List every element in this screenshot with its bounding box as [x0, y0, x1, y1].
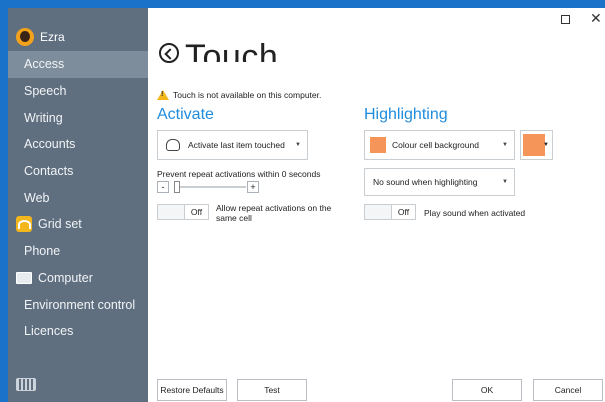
- sidebar: Ezra Access Speech Writing Accounts Cont…: [8, 8, 148, 402]
- highlight-style-dropdown[interactable]: Colour cell background ▼: [364, 130, 515, 160]
- increase-button[interactable]: +: [247, 181, 259, 193]
- play-sound-toggle[interactable]: Off: [364, 204, 416, 220]
- chevron-down-icon: ▼: [502, 179, 508, 185]
- highlighting-heading: Highlighting: [364, 106, 448, 123]
- sidebar-item-environment-control[interactable]: Environment control: [8, 291, 148, 318]
- computer-icon: [16, 270, 32, 286]
- sidebar-item-web[interactable]: Web: [8, 184, 148, 211]
- allow-repeat-label: Allow repeat activations on the same cel…: [216, 203, 332, 223]
- sidebar-item-label: Accounts: [24, 137, 76, 152]
- user-profile[interactable]: Ezra: [8, 25, 148, 49]
- page-title-container: Touch: [185, 38, 278, 62]
- highlight-style-value: Colour cell background: [392, 140, 479, 150]
- colour-swatch-large: [523, 134, 545, 156]
- activate-mode-value: Activate last item touched: [188, 140, 285, 150]
- test-button[interactable]: Test: [237, 379, 307, 401]
- play-sound-label: Play sound when activated: [424, 208, 526, 218]
- slider-thumb[interactable]: [174, 181, 180, 193]
- warning-icon: [157, 90, 169, 100]
- colour-picker-button[interactable]: ▼: [520, 130, 553, 160]
- sidebar-item-label: Web: [24, 190, 50, 205]
- ok-button[interactable]: OK: [452, 379, 522, 401]
- warning-text: Touch is not available on this computer.: [173, 90, 322, 100]
- sidebar-item-computer[interactable]: Computer: [8, 265, 148, 292]
- user-name: Ezra: [40, 30, 65, 44]
- highlight-sound-value: No sound when highlighting: [373, 177, 478, 187]
- back-icon[interactable]: [159, 43, 179, 63]
- sidebar-item-label: Environment control: [24, 297, 136, 312]
- colour-swatch: [370, 137, 386, 153]
- sidebar-item-accounts[interactable]: Accounts: [8, 131, 148, 158]
- sidebar-item-label: Contacts: [24, 164, 74, 179]
- warning-message: Touch is not available on this computer.: [157, 90, 321, 100]
- sidebar-item-label: Writing: [24, 110, 63, 125]
- sidebar-item-label: Speech: [24, 84, 67, 99]
- sidebar-item-label: Grid set: [38, 217, 82, 232]
- hand-touch-icon: [166, 139, 180, 151]
- repeat-delay-slider[interactable]: [174, 186, 246, 188]
- sidebar-item-phone[interactable]: Phone: [8, 238, 148, 265]
- decrease-button[interactable]: -: [157, 181, 169, 193]
- sidebar-item-label: Access: [24, 57, 65, 72]
- chevron-down-icon: ▼: [543, 142, 549, 148]
- sidebar-item-contacts[interactable]: Contacts: [8, 158, 148, 185]
- activate-heading: Activate: [157, 106, 214, 123]
- chevron-down-icon: ▼: [502, 142, 508, 148]
- prevent-repeat-label: Prevent repeat activations within 0 seco…: [157, 169, 321, 179]
- sidebar-item-grid-set[interactable]: Grid set: [8, 211, 148, 238]
- sidebar-item-label: Licences: [24, 324, 74, 339]
- maximize-button[interactable]: [561, 15, 570, 24]
- sidebar-item-speech[interactable]: Speech: [8, 78, 148, 105]
- toggle-knob: [158, 205, 184, 219]
- sidebar-item-access[interactable]: Access: [8, 51, 148, 78]
- toggle-knob: [365, 205, 391, 219]
- window-frame-top: [0, 0, 605, 8]
- sidebar-item-writing[interactable]: Writing: [8, 104, 148, 131]
- highlight-sound-dropdown[interactable]: No sound when highlighting ▼: [364, 168, 515, 196]
- avatar: [16, 28, 34, 46]
- sidebar-item-label: Computer: [38, 270, 93, 285]
- activate-mode-dropdown[interactable]: Activate last item touched ▼: [157, 130, 308, 160]
- toggle-state: Off: [184, 205, 208, 219]
- cancel-button[interactable]: Cancel: [533, 379, 603, 401]
- keyboard-icon[interactable]: [16, 378, 36, 391]
- restore-defaults-button[interactable]: Restore Defaults: [157, 379, 227, 401]
- sidebar-item-label: Phone: [24, 244, 61, 259]
- toggle-state: Off: [391, 205, 415, 219]
- chevron-down-icon: ▼: [295, 142, 301, 148]
- grid-set-icon: [16, 216, 32, 233]
- sidebar-item-licences[interactable]: Licences: [8, 318, 148, 345]
- window-frame-left: [0, 0, 8, 402]
- sidebar-nav: Access Speech Writing Accounts Contacts …: [8, 51, 148, 345]
- allow-repeat-toggle[interactable]: Off: [157, 204, 209, 220]
- page-title: Touch: [185, 38, 279, 62]
- close-button[interactable]: ✕: [590, 10, 602, 27]
